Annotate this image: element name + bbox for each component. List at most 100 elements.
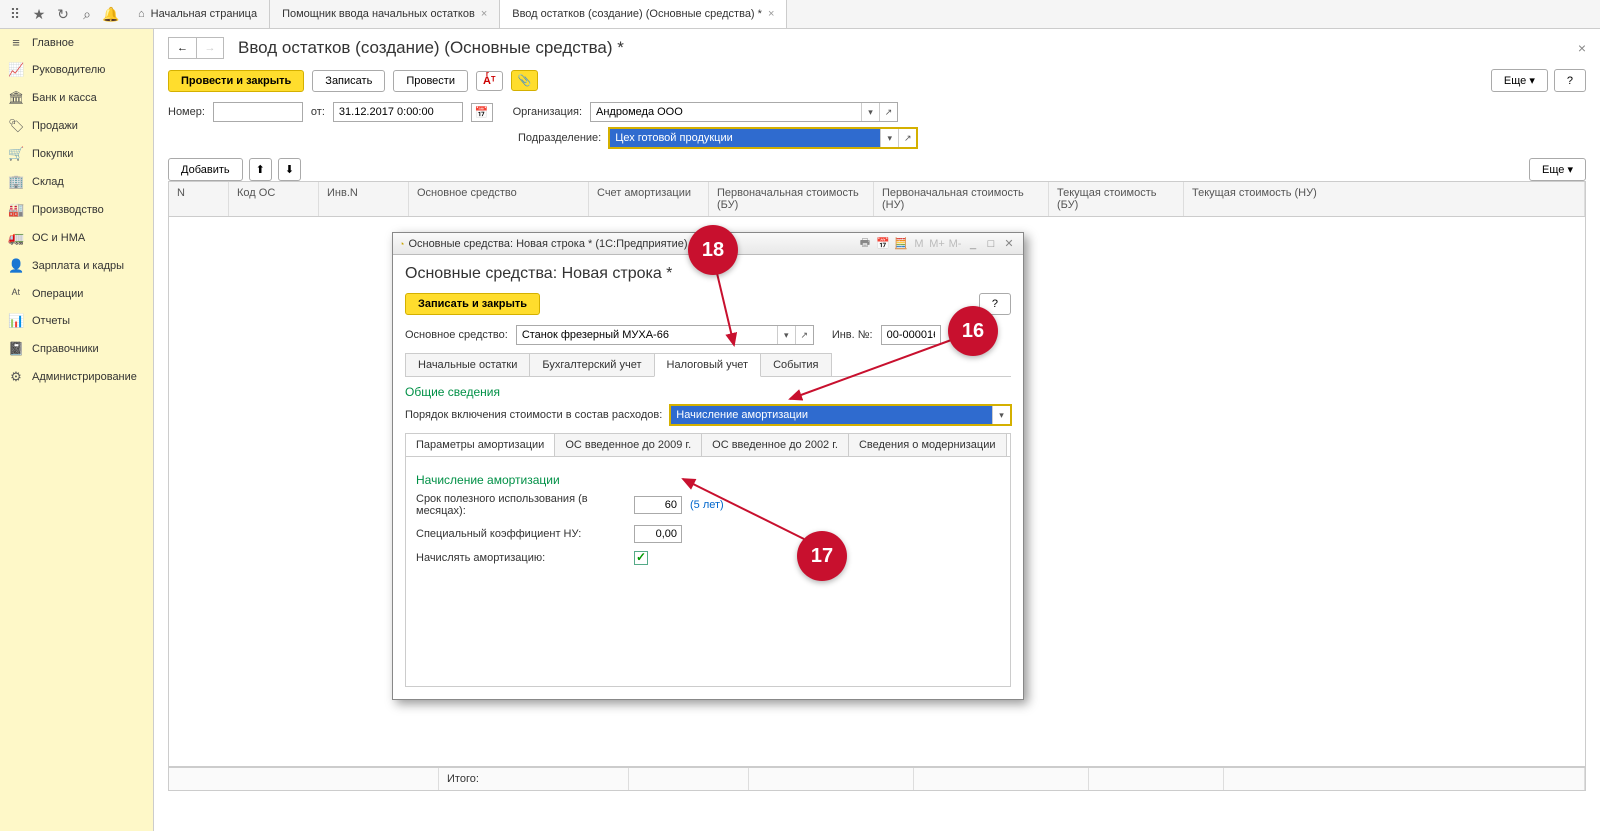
home-icon: ⌂: [138, 8, 145, 20]
dept-label: Подразделение:: [518, 132, 601, 144]
open-ref-icon[interactable]: ↗: [898, 129, 916, 147]
nav-forward-button[interactable]: →: [196, 37, 224, 59]
open-ref-icon[interactable]: ↗: [795, 326, 813, 344]
innertab-modern[interactable]: Сведения о модернизации: [849, 434, 1007, 456]
close-icon[interactable]: ×: [768, 8, 774, 20]
post-close-button[interactable]: Провести и закрыть: [168, 70, 304, 92]
sidebar-label: Продажи: [32, 120, 78, 132]
tab-assistant[interactable]: Помощник ввода начальных остатков ×: [270, 0, 500, 28]
col-orignu: Первоначальная стоимость (НУ): [874, 182, 1049, 216]
dept-select[interactable]: ▾ ↗: [609, 128, 917, 148]
sidebar-item-dictionaries[interactable]: 📓Справочники: [0, 335, 153, 363]
order-input[interactable]: [671, 406, 992, 424]
star-icon[interactable]: ★: [28, 3, 50, 25]
col-inv: Инв.N: [319, 182, 409, 216]
date-input[interactable]: [333, 102, 463, 122]
apps-icon[interactable]: ⠿: [4, 3, 26, 25]
tab-tax[interactable]: Налоговый учет: [654, 353, 762, 377]
tab-accounting[interactable]: Бухгалтерский учет: [529, 353, 654, 376]
maximize-icon[interactable]: □: [983, 238, 999, 250]
add-button[interactable]: Добавить: [168, 158, 243, 181]
footer-total: Итого:: [439, 768, 629, 790]
close-modal-icon[interactable]: ✕: [1001, 237, 1017, 250]
minimize-icon[interactable]: _: [965, 238, 981, 250]
sidebar-item-salary[interactable]: 👤Зарплата и кадры: [0, 252, 153, 280]
org-select[interactable]: ▾ ↗: [590, 102, 898, 122]
sidebar-item-production[interactable]: 🏭Производство: [0, 196, 153, 224]
attach-button[interactable]: 📎: [511, 70, 539, 91]
chevron-down-icon[interactable]: ▾: [777, 326, 795, 344]
innertab-2002[interactable]: ОС введенное до 2002 г.: [702, 434, 849, 456]
nav-back-button[interactable]: ←: [168, 37, 196, 59]
print-icon[interactable]: 🖶: [857, 234, 873, 253]
sidebar-label: Главное: [32, 37, 74, 49]
sidebar-label: Покупки: [32, 148, 73, 160]
more-button[interactable]: Еще ▾: [1491, 69, 1548, 92]
sidebar-item-manager[interactable]: 📈Руководителю: [0, 56, 153, 84]
sidebar-item-purchase[interactable]: 🛒Покупки: [0, 140, 153, 168]
person-icon: 👤: [8, 258, 24, 274]
modal-save-close-button[interactable]: Записать и закрыть: [405, 293, 540, 315]
asset-select[interactable]: ▾ ↗: [516, 325, 814, 345]
sidebar-item-warehouse[interactable]: 🏢Склад: [0, 168, 153, 196]
calendar-icon[interactable]: 📅: [471, 103, 493, 122]
section-amort: Начисление амортизации: [416, 473, 1000, 487]
sidebar-item-operations[interactable]: ᴬᵗ Операции: [0, 280, 153, 307]
sidebar-item-assets[interactable]: 🚛ОС и НМА: [0, 224, 153, 252]
calendar-tb-icon[interactable]: 📅: [875, 237, 891, 250]
close-page-icon[interactable]: ×: [1578, 40, 1586, 56]
order-select[interactable]: ▾: [670, 405, 1011, 425]
sidebar-item-main[interactable]: ≡Главное: [0, 29, 153, 56]
life-hint: (5 лет): [690, 499, 724, 511]
sidebar-label: Операции: [32, 288, 83, 300]
calc-amort-checkbox[interactable]: [634, 551, 648, 565]
mminus-button[interactable]: M-: [947, 238, 963, 250]
innertab-params[interactable]: Параметры амортизации: [406, 434, 555, 456]
dept-input[interactable]: [610, 129, 880, 147]
life-input[interactable]: [634, 496, 682, 514]
coef-input[interactable]: [634, 525, 682, 543]
tab-events[interactable]: События: [760, 353, 831, 376]
tab-home[interactable]: ⌂Начальная страница: [126, 0, 270, 28]
tab-initial[interactable]: Начальные остатки: [405, 353, 530, 376]
col-asset: Основное средство: [409, 182, 589, 216]
book-icon: 📓: [8, 341, 24, 357]
calc-label: Начислять амортизацию:: [416, 552, 626, 564]
number-input[interactable]: [213, 102, 303, 122]
table-footer: Итого:: [168, 767, 1586, 791]
help-button[interactable]: ?: [1554, 69, 1586, 92]
close-icon[interactable]: ×: [481, 8, 487, 20]
table-more-button[interactable]: Еще ▾: [1529, 158, 1586, 181]
innertab-2009[interactable]: ОС введенное до 2009 г.: [555, 434, 702, 456]
asset-input[interactable]: [517, 326, 777, 344]
inv-label: Инв. №:: [832, 329, 873, 341]
dt-button[interactable]: Aͬᵀ: [476, 71, 503, 91]
sidebar-item-reports[interactable]: 📊Отчеты: [0, 307, 153, 335]
tab-assistant-label: Помощник ввода начальных остатков: [282, 8, 475, 20]
calc-icon[interactable]: 🧮: [893, 237, 909, 250]
mplus-button[interactable]: M+: [929, 238, 945, 250]
org-input[interactable]: [591, 103, 861, 121]
order-label: Порядок включения стоимости в состав рас…: [405, 409, 662, 421]
inv-input[interactable]: [881, 325, 941, 345]
chevron-down-icon[interactable]: ▾: [861, 103, 879, 121]
tab-main[interactable]: Ввод остатков (создание) (Основные средс…: [500, 0, 787, 28]
tab-main-label: Ввод остатков (создание) (Основные средс…: [512, 8, 762, 20]
operations-icon: ᴬᵗ: [8, 286, 24, 301]
write-button[interactable]: Записать: [312, 70, 385, 92]
chevron-down-icon[interactable]: ▾: [880, 129, 898, 147]
sidebar-item-admin[interactable]: ⚙Администрирование: [0, 363, 153, 391]
sidebar-item-bank[interactable]: 🏛Банк и касса: [0, 84, 153, 112]
m-button[interactable]: M: [911, 238, 927, 250]
move-up-button[interactable]: ⬆: [249, 158, 272, 181]
factory-icon: 🏭: [8, 202, 24, 218]
sidebar-item-sales[interactable]: 🏷Продажи: [0, 112, 153, 140]
post-button[interactable]: Провести: [393, 70, 468, 92]
move-down-button[interactable]: ⬇: [278, 158, 301, 181]
bell-icon[interactable]: 🔔: [100, 3, 122, 25]
chevron-down-icon[interactable]: ▾: [992, 406, 1010, 424]
history-icon[interactable]: ↻: [52, 3, 74, 25]
callout-17: 17: [797, 531, 847, 581]
open-ref-icon[interactable]: ↗: [879, 103, 897, 121]
search-icon[interactable]: ⌕: [76, 3, 98, 25]
